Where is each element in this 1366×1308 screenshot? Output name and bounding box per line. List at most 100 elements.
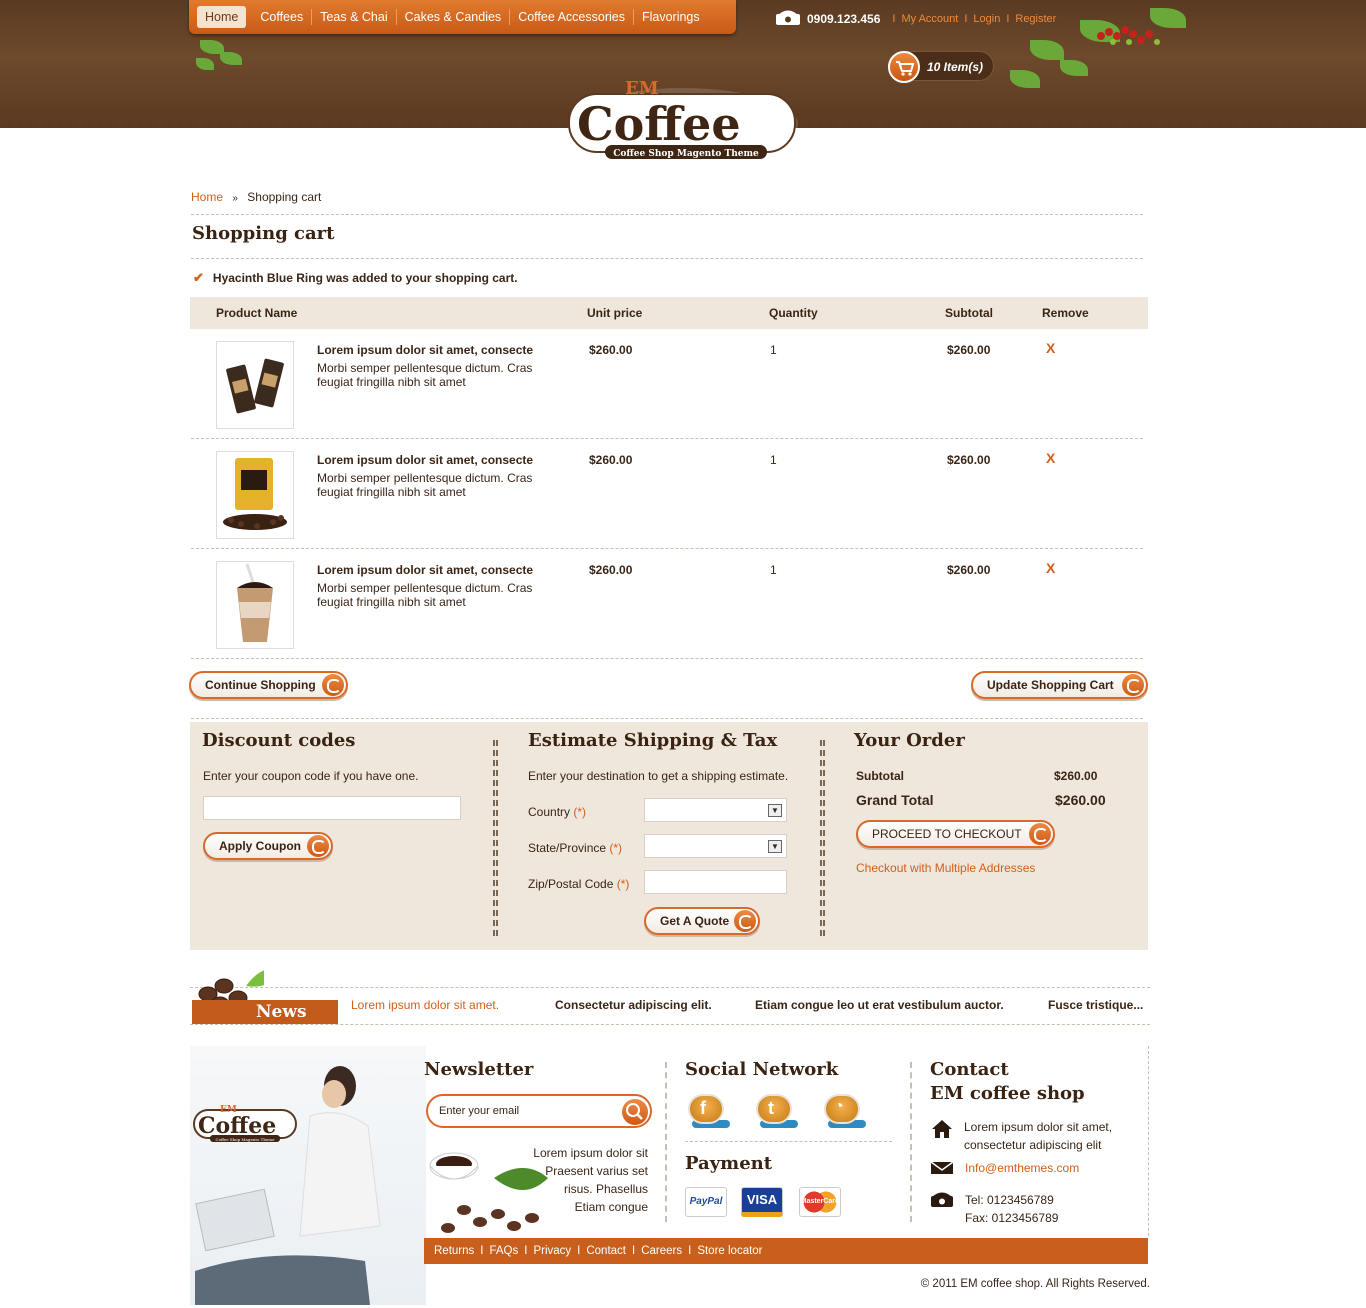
breadcrumb: Home » Shopping cart — [191, 190, 321, 204]
mini-cart[interactable]: 10 Item(s) — [888, 51, 994, 83]
separator: I — [480, 1245, 484, 1257]
page-title: Shopping cart — [192, 223, 335, 244]
arrow-circle-icon — [322, 674, 344, 696]
quantity: 1 — [770, 453, 777, 467]
newsletter-input[interactable]: Enter your email — [426, 1094, 652, 1128]
nav-item-coffees[interactable]: Coffees — [252, 9, 311, 25]
multi-address-link[interactable]: Checkout with Multiple Addresses — [856, 861, 1035, 875]
proceed-checkout-label: PROCEED TO CHECKOUT — [872, 827, 1022, 841]
divider — [493, 740, 498, 936]
news-label: News — [192, 1000, 338, 1024]
subtotal-label: Subtotal — [856, 769, 904, 783]
footer-link-contact[interactable]: Contact — [586, 1245, 626, 1257]
top-links: 0909.123.456 I My Account I Login I Regi… — [775, 8, 1056, 29]
contact-subtitle: EM coffee shop — [930, 1083, 1085, 1104]
twitter-icon[interactable]: t — [754, 1092, 798, 1130]
grand-total-value: $260.00 — [1055, 792, 1106, 808]
separator: I — [964, 12, 968, 25]
state-select[interactable]: ▼ — [644, 834, 787, 858]
remove-icon[interactable]: X — [1046, 340, 1055, 356]
arrow-circle-icon — [1029, 823, 1051, 845]
subtotal-value: $260.00 — [1054, 769, 1098, 783]
facebook-icon[interactable]: f — [686, 1092, 730, 1130]
login-link[interactable]: Login — [973, 13, 1000, 25]
state-label: State/Province (*) — [528, 841, 622, 855]
news-item[interactable]: Lorem ipsum dolor sit amet. — [351, 998, 499, 1012]
contact-phones: Tel: 0123456789 Fax: 0123456789 — [965, 1191, 1058, 1227]
logo[interactable]: EM Coffee Coffee Shop Magento Theme — [565, 72, 801, 164]
my-account-link[interactable]: My Account — [901, 13, 958, 25]
divider — [910, 1062, 912, 1222]
product-name[interactable]: Lorem ipsum dolor sit amet, consecte — [317, 343, 533, 357]
nav-item-teas[interactable]: Teas & Chai — [311, 9, 395, 25]
nav-item-home[interactable]: Home — [197, 6, 247, 28]
get-quote-button[interactable]: Get A Quote — [644, 907, 760, 935]
product-description: Morbi semper pellentesque dictum. Cras f… — [317, 361, 533, 389]
state-label-text: State/Province — [528, 841, 607, 855]
news-item[interactable]: Etiam congue leo ut erat vestibulum auct… — [755, 998, 1004, 1012]
zip-label-text: Zip/Postal Code — [528, 877, 614, 891]
footer-photo — [190, 1046, 426, 1305]
footer-links: Returns I FAQs I Privacy I Contact I Careers… — [424, 1238, 1148, 1264]
country-label: Country (*) — [528, 805, 586, 819]
leaf-decoration — [1060, 60, 1088, 76]
news-item[interactable]: Consectetur adipiscing elit. — [555, 998, 712, 1012]
success-message-text: Hyacinth Blue Ring was added to your sho… — [212, 271, 518, 285]
nav-item-accessories[interactable]: Coffee Accessories — [509, 9, 633, 25]
arrow-circle-icon — [1122, 674, 1144, 696]
address: Lorem ipsum dolor sit amet, consectetur … — [964, 1118, 1112, 1154]
footer-link-faqs[interactable]: FAQs — [489, 1245, 518, 1257]
cart-table-header: Product Name Unit price Quantity Subtota… — [190, 297, 1148, 329]
nav-item-flavorings[interactable]: Flavorings — [632, 9, 708, 25]
nav-item-cakes[interactable]: Cakes & Candies — [395, 9, 510, 25]
search-icon[interactable] — [622, 1099, 648, 1125]
apply-coupon-button[interactable]: Apply Coupon — [203, 832, 333, 860]
divider — [191, 718, 1143, 719]
product-image[interactable] — [216, 451, 294, 539]
col-remove: Remove — [1042, 306, 1089, 320]
footer-link-privacy[interactable]: Privacy — [533, 1245, 571, 1257]
mail-icon — [930, 1161, 954, 1178]
separator: I — [892, 12, 896, 25]
address-line: consectetur adipiscing elit — [964, 1138, 1102, 1152]
product-name[interactable]: Lorem ipsum dolor sit amet, consecte — [317, 563, 533, 577]
newsletter-text-line: Etiam congue — [574, 1200, 648, 1214]
product-image[interactable] — [216, 561, 294, 649]
newsletter-title: Newsletter — [424, 1059, 534, 1080]
proceed-checkout-button[interactable]: PROCEED TO CHECKOUT — [856, 820, 1055, 848]
arrow-circle-icon — [734, 910, 756, 932]
country-select[interactable]: ▼ — [644, 798, 787, 822]
order-title: Your Order — [854, 730, 965, 751]
coupon-input[interactable] — [203, 796, 461, 820]
divider — [191, 214, 1143, 215]
rss-icon[interactable]: ◔ — [822, 1092, 866, 1130]
row-subtotal: $260.00 — [947, 343, 991, 357]
footer-logo[interactable]: EM Coffee Coffee Shop Magento Theme — [192, 1100, 298, 1146]
leaf-decoration — [1010, 70, 1040, 88]
success-message: ✔ Hyacinth Blue Ring was added to your s… — [193, 270, 518, 286]
product-name[interactable]: Lorem ipsum dolor sit amet, consecte — [317, 453, 533, 467]
register-link[interactable]: Register — [1015, 13, 1056, 25]
footer-link-store-locator[interactable]: Store locator — [697, 1245, 762, 1257]
col-product: Product Name — [216, 306, 298, 320]
continue-shopping-button[interactable]: Continue Shopping — [189, 671, 348, 699]
apply-coupon-label: Apply Coupon — [219, 839, 301, 853]
email-link[interactable]: Info@emthemes.com — [965, 1161, 1079, 1175]
table-row: Lorem ipsum dolor sit amet, consecte Mor… — [191, 329, 1143, 439]
breadcrumb-home[interactable]: Home — [191, 190, 223, 204]
product-image[interactable] — [216, 341, 294, 429]
arrow-circle-icon — [307, 835, 329, 857]
news-item[interactable]: Fusce tristique... — [1048, 998, 1143, 1012]
news-label-text: News — [256, 1002, 307, 1022]
newsletter-text-line: Praesent varius set — [545, 1164, 648, 1178]
footer-link-returns[interactable]: Returns — [434, 1245, 474, 1257]
unit-price: $260.00 — [589, 343, 633, 357]
unit-price: $260.00 — [589, 563, 633, 577]
remove-icon[interactable]: X — [1046, 560, 1055, 576]
zip-input[interactable] — [644, 870, 787, 894]
remove-icon[interactable]: X — [1046, 450, 1055, 466]
main-nav: Home Coffees Teas & Chai Cakes & Candies… — [189, 0, 736, 34]
footer-link-careers[interactable]: Careers — [641, 1245, 682, 1257]
logo-em: EM — [625, 78, 659, 99]
update-cart-button[interactable]: Update Shopping Cart — [971, 671, 1148, 699]
